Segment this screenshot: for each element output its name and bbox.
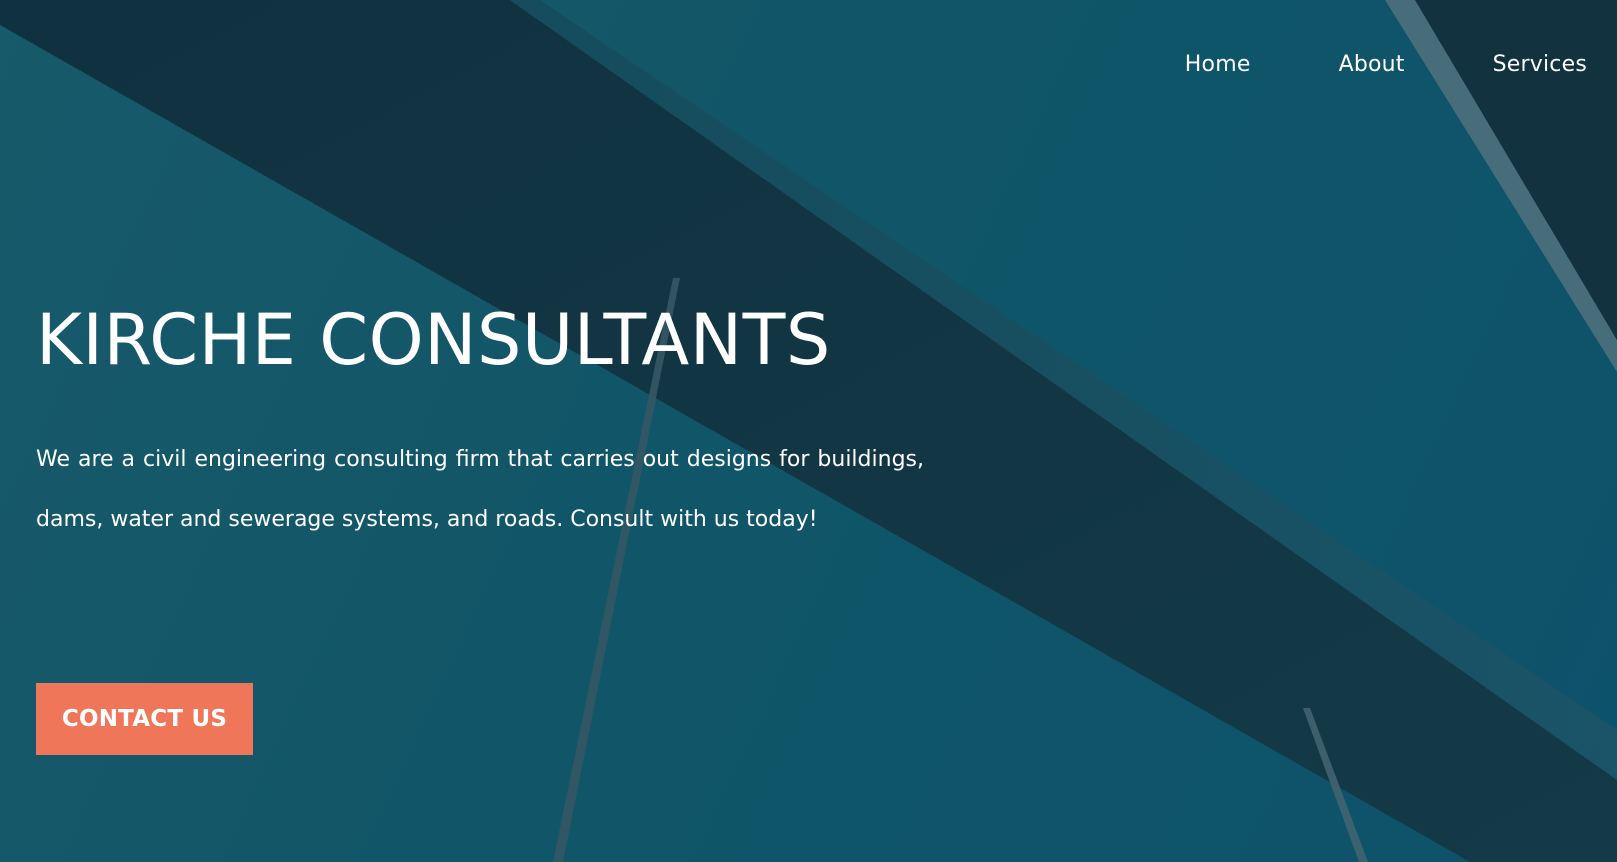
hero-section: Home About Services KIRCHE CONSULTANTS W… <box>0 0 1617 862</box>
hero-content: KIRCHE CONSULTANTS We are a civil engine… <box>36 298 924 550</box>
hero-title: KIRCHE CONSULTANTS <box>36 299 831 381</box>
hero-description: We are a civil engineering consulting fi… <box>36 447 924 532</box>
main-nav: Home About Services <box>1097 52 1587 77</box>
nav-item-home[interactable]: Home <box>1185 52 1251 77</box>
nav-item-services[interactable]: Services <box>1493 52 1587 77</box>
nav-item-about[interactable]: About <box>1339 52 1405 77</box>
contact-us-button[interactable]: CONTACT US <box>36 683 253 755</box>
